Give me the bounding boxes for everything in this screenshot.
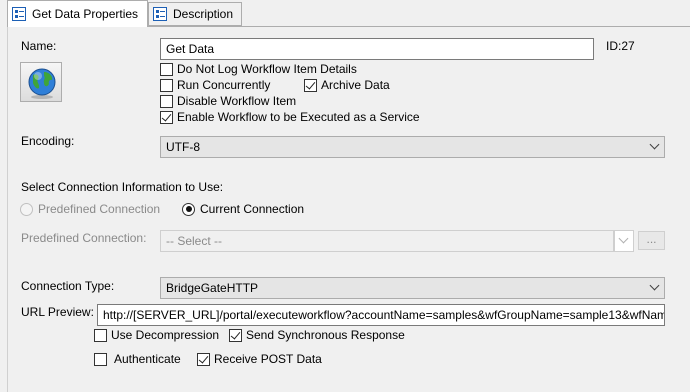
checkbox-label: Do Not Log Workflow Item Details [177, 62, 357, 76]
checkbox-label: Authenticate [114, 352, 181, 366]
authenticate-checkbox[interactable]: Authenticate [94, 352, 181, 366]
checkbox-box [94, 352, 107, 366]
item-id: ID:27 [606, 39, 635, 53]
predefined-connection-select[interactable]: -- Select -- [160, 230, 614, 252]
encoding-value: UTF-8 [166, 140, 200, 154]
checkbox-box [94, 328, 107, 342]
checkbox-label: Enable Workflow to be Executed as a Serv… [177, 110, 420, 124]
chevron-down-icon [649, 139, 660, 150]
properties-icon [12, 7, 26, 21]
checkbox-box [160, 78, 173, 92]
checkbox-label: Send Synchronous Response [246, 328, 405, 342]
radio-circle [182, 202, 195, 216]
radio-label: Predefined Connection [38, 202, 161, 216]
tab-strip: Get Data Properties Description [0, 0, 690, 27]
tab-description[interactable]: Description [148, 2, 242, 26]
radio-circle [20, 202, 33, 216]
run-concurrently-checkbox[interactable]: Run Concurrently [160, 78, 270, 92]
workflow-icon-button[interactable] [20, 62, 62, 102]
connection-type-value: BridgeGateHTTP [166, 281, 259, 295]
disable-workflow-item-checkbox[interactable]: Disable Workflow Item [160, 94, 296, 108]
predefined-connection-radio[interactable]: Predefined Connection [20, 202, 160, 216]
checkbox-box [229, 328, 242, 342]
checkbox-label: Receive POST Data [214, 352, 322, 366]
properties-icon [153, 7, 167, 21]
use-decompression-checkbox[interactable]: Use Decompression [94, 328, 219, 342]
tab-label: Get Data Properties [32, 7, 139, 21]
checkbox-label: Archive Data [321, 78, 390, 92]
connection-type-label: Connection Type: [21, 279, 115, 293]
encoding-select[interactable]: UTF-8 [160, 136, 665, 158]
chevron-down-icon [618, 233, 629, 244]
checkbox-box [160, 110, 173, 124]
name-input[interactable]: Get Data [160, 38, 594, 60]
predefined-connection-dropdown-button[interactable] [614, 230, 634, 252]
do-not-log-checkbox[interactable]: Do Not Log Workflow Item Details [160, 62, 357, 76]
send-synchronous-response-checkbox[interactable]: Send Synchronous Response [229, 328, 405, 342]
encoding-label: Encoding: [21, 134, 75, 148]
checkbox-box [160, 62, 173, 76]
tab-get-data-properties[interactable]: Get Data Properties [7, 0, 148, 27]
checkbox-box [160, 94, 173, 108]
connection-type-select[interactable]: BridgeGateHTTP [160, 277, 665, 299]
browse-button[interactable]: ... [638, 231, 665, 250]
name-label: Name: [21, 39, 57, 53]
checkbox-label: Run Concurrently [177, 78, 271, 92]
archive-data-checkbox[interactable]: Archive Data [304, 78, 390, 92]
checkbox-label: Use Decompression [111, 328, 220, 342]
tab-label: Description [173, 7, 234, 21]
checkbox-box [304, 78, 317, 92]
predefined-connection-label: Predefined Connection: [21, 231, 147, 245]
globe-icon [28, 68, 56, 99]
enable-service-checkbox[interactable]: Enable Workflow to be Executed as a Serv… [160, 110, 420, 124]
checkbox-box [197, 352, 210, 366]
url-preview-field[interactable]: http://[SERVER_URL]/portal/executeworkfl… [97, 304, 665, 326]
radio-label: Current Connection [200, 202, 305, 216]
predefined-connection-value: -- Select -- [166, 234, 223, 248]
receive-post-data-checkbox[interactable]: Receive POST Data [197, 352, 322, 366]
checkbox-label: Disable Workflow Item [177, 94, 297, 108]
current-connection-radio[interactable]: Current Connection [182, 202, 304, 216]
chevron-down-icon [649, 280, 660, 291]
url-preview-label: URL Preview: [21, 305, 94, 319]
connection-section-label: Select Connection Information to Use: [21, 180, 224, 194]
